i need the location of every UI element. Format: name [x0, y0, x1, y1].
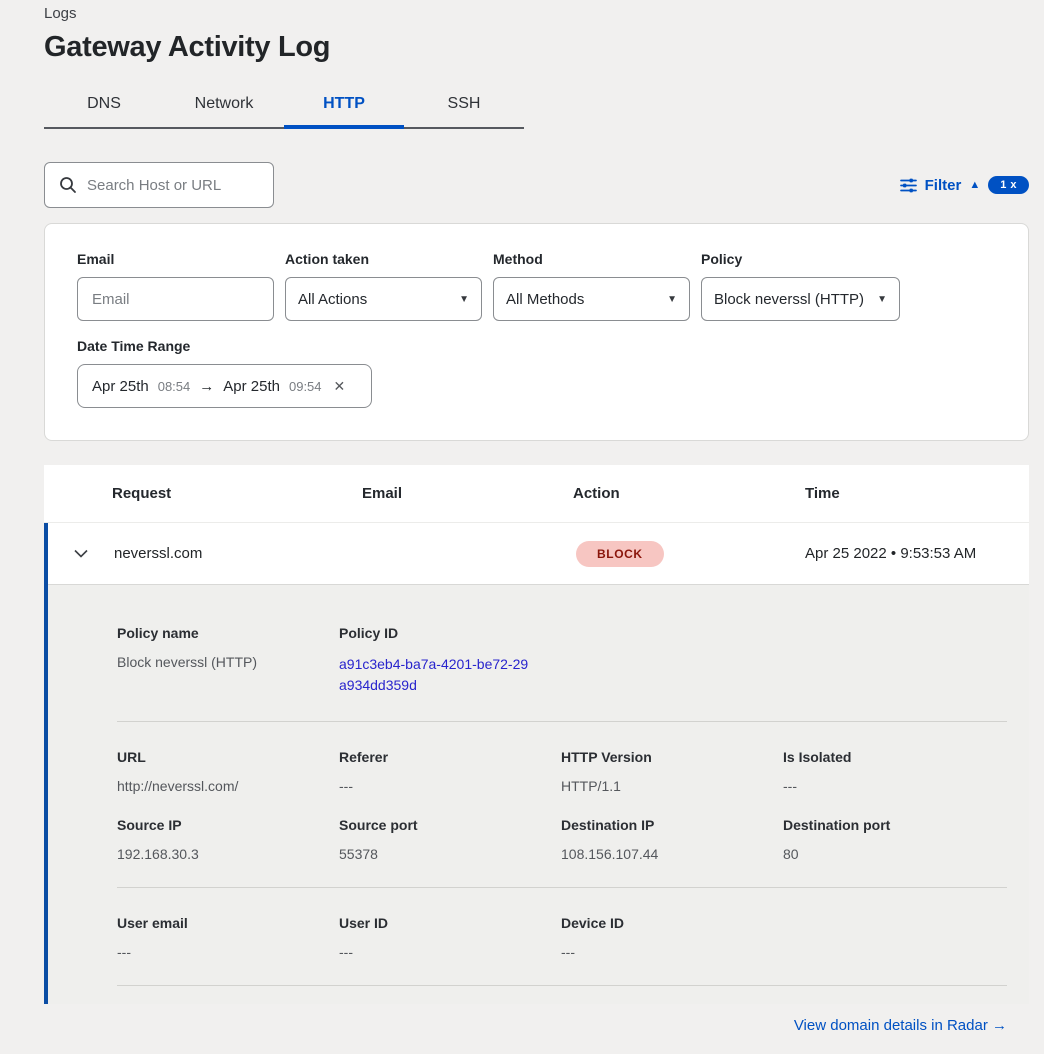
detail-field-dest-ip: Destination IP 108.156.107.44 — [561, 817, 783, 862]
breadcrumb[interactable]: Logs — [44, 0, 1044, 22]
detail-field-user-email: User email --- — [117, 915, 339, 960]
tab-ssh[interactable]: SSH — [404, 85, 524, 129]
radar-link[interactable]: View domain details in Radar → — [794, 1017, 1007, 1034]
filter-panel: Email Action taken All Actions ▼ Method … — [44, 223, 1029, 441]
column-header-request: Request — [112, 485, 362, 502]
policy-label: Policy — [701, 251, 900, 267]
detail-field-is-isolated: Is Isolated --- — [783, 749, 1007, 794]
detail-field-policy-name: Policy name Block neverssl (HTTP) — [117, 625, 339, 696]
filter-icon — [900, 178, 917, 193]
device-id-value: --- — [561, 944, 783, 960]
user-email-value: --- — [117, 944, 339, 960]
user-id-value: --- — [339, 944, 561, 960]
source-ip-label: Source IP — [117, 817, 339, 833]
chevron-down-icon[interactable] — [74, 549, 88, 558]
detail-field-http-version: HTTP Version HTTP/1.1 — [561, 749, 783, 794]
date-start: Apr 25th — [92, 378, 149, 395]
referer-value: --- — [339, 778, 561, 794]
method-select[interactable]: All Methods ▼ — [493, 277, 690, 321]
policy-id-label: Policy ID — [339, 625, 561, 641]
column-header-action: Action — [573, 485, 805, 502]
arrow-right-icon: → — [992, 1017, 1007, 1034]
column-header-email: Email — [362, 485, 573, 502]
method-label: Method — [493, 251, 690, 267]
action-taken-select[interactable]: All Actions ▼ — [285, 277, 482, 321]
http-version-label: HTTP Version — [561, 749, 783, 765]
filter-controls: Filter ▲ 1 x — [900, 176, 1029, 194]
filter-count-badge[interactable]: 1 x — [988, 176, 1029, 194]
action-taken-label: Action taken — [285, 251, 482, 267]
divider — [117, 985, 1007, 986]
url-value: http://neverssl.com/ — [117, 778, 339, 794]
policy-field: Policy Block neverssl (HTTP) ▼ — [701, 251, 900, 321]
tab-network[interactable]: Network — [164, 85, 284, 129]
filter-button[interactable]: Filter — [925, 177, 962, 194]
method-field: Method All Methods ▼ — [493, 251, 690, 321]
email-filter-field: Email — [77, 251, 274, 321]
source-ip-value: 192.168.30.3 — [117, 846, 339, 862]
destination-ip-label: Destination IP — [561, 817, 783, 833]
destination-port-value: 80 — [783, 846, 1007, 862]
search-icon — [59, 176, 77, 194]
radar-link-label: View domain details in Radar — [794, 1017, 988, 1034]
policy-value: Block neverssl (HTTP) — [714, 291, 864, 308]
date-range-field: Date Time Range Apr 25th 08:54 → Apr 25t… — [77, 338, 996, 408]
device-id-label: Device ID — [561, 915, 783, 931]
detail-field-user-id: User ID --- — [339, 915, 561, 960]
search-input[interactable] — [85, 176, 255, 195]
referer-label: Referer — [339, 749, 561, 765]
destination-ip-value: 108.156.107.44 — [561, 846, 783, 862]
expanded-row-container: neverssl.com BLOCK Apr 25 2022 • 9:53:53… — [44, 523, 1029, 1004]
date-end-time: 09:54 — [289, 379, 322, 394]
arrow-right-icon: → — [199, 378, 214, 395]
request-host: neverssl.com — [114, 545, 362, 562]
user-email-label: User email — [117, 915, 339, 931]
destination-port-label: Destination port — [783, 817, 1007, 833]
email-filter-label: Email — [77, 251, 274, 267]
row-time: Apr 25 2022 • 9:53:53 AM — [805, 545, 1029, 562]
details-panel: Policy name Block neverssl (HTTP) Policy… — [48, 585, 1029, 1004]
tab-http[interactable]: HTTP — [284, 85, 404, 129]
filter-collapse-caret-icon[interactable]: ▲ — [969, 179, 980, 191]
policy-name-label: Policy name — [117, 625, 339, 641]
policy-id-link[interactable]: a91c3eb4-ba7a-4201-be72-29a934dd359d — [339, 654, 535, 696]
detail-field-source-ip: Source IP 192.168.30.3 — [117, 817, 339, 862]
table-header-row: Request Email Action Time — [44, 465, 1029, 523]
action-taken-field: Action taken All Actions ▼ — [285, 251, 482, 321]
method-value: All Methods — [506, 291, 584, 308]
user-id-label: User ID — [339, 915, 561, 931]
detail-field-device-id: Device ID --- — [561, 915, 783, 960]
policy-select[interactable]: Block neverssl (HTTP) ▼ — [701, 277, 900, 321]
detail-field-dest-port: Destination port 80 — [783, 817, 1007, 862]
tab-dns[interactable]: DNS — [44, 85, 164, 129]
clear-date-icon[interactable]: ✕ — [334, 378, 346, 395]
chevron-down-icon: ▼ — [667, 294, 677, 305]
detail-field-source-port: Source port 55378 — [339, 817, 561, 862]
log-table: Request Email Action Time neverssl.com B… — [44, 465, 1029, 1004]
email-filter-input[interactable] — [90, 290, 261, 309]
action-taken-value: All Actions — [298, 291, 367, 308]
search-box — [44, 162, 274, 208]
url-label: URL — [117, 749, 339, 765]
http-version-value: HTTP/1.1 — [561, 778, 783, 794]
table-row[interactable]: neverssl.com BLOCK Apr 25 2022 • 9:53:53… — [48, 523, 1029, 585]
chevron-down-icon: ▼ — [459, 294, 469, 305]
date-range-input[interactable]: Apr 25th 08:54 → Apr 25th 09:54 ✕ — [77, 364, 372, 408]
date-start-time: 08:54 — [158, 379, 191, 394]
detail-field-url: URL http://neverssl.com/ — [117, 749, 339, 794]
source-port-label: Source port — [339, 817, 561, 833]
policy-name-value: Block neverssl (HTTP) — [117, 654, 339, 670]
detail-field-referer: Referer --- — [339, 749, 561, 794]
tab-bar: DNS Network HTTP SSH — [44, 85, 524, 129]
detail-field-policy-id: Policy ID a91c3eb4-ba7a-4201-be72-29a934… — [339, 625, 561, 696]
chevron-down-icon: ▼ — [877, 294, 887, 305]
is-isolated-value: --- — [783, 778, 1007, 794]
column-header-time: Time — [805, 485, 1029, 502]
date-range-label: Date Time Range — [77, 338, 996, 354]
source-port-value: 55378 — [339, 846, 561, 862]
is-isolated-label: Is Isolated — [783, 749, 1007, 765]
block-status-badge: BLOCK — [576, 541, 664, 567]
date-end: Apr 25th — [223, 378, 280, 395]
page-title: Gateway Activity Log — [44, 31, 1044, 64]
